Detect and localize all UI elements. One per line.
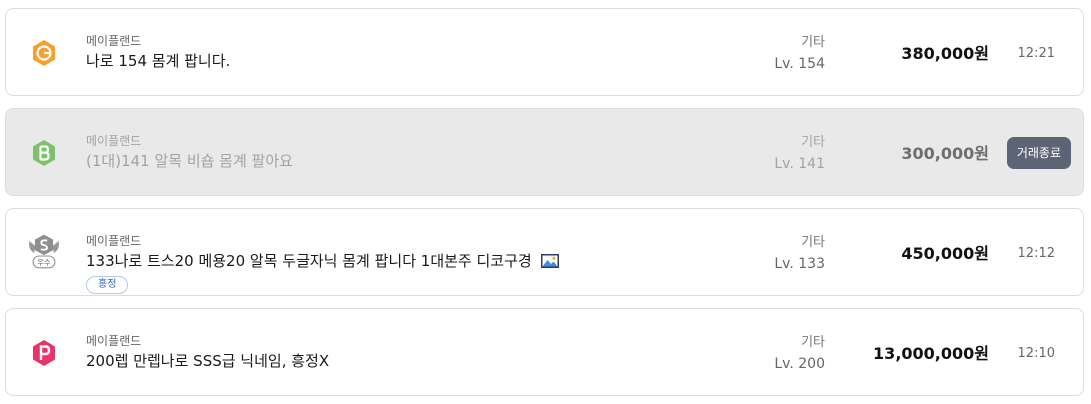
listing-title[interactable]: (1대)141 알목 비숍 몸계 팔아요	[86, 151, 293, 171]
listing-category: 기타	[801, 35, 825, 50]
grade-badge-caption: 우수	[37, 258, 51, 267]
grade-badge-s-icon: 우수	[24, 231, 64, 271]
listing-price: 380,000원	[901, 44, 989, 63]
listing-category: 기타	[801, 135, 825, 150]
grade-badge-p-icon	[24, 333, 64, 373]
server-name: 메이플랜드	[86, 334, 142, 348]
listing-card[interactable]: 우수 메이플랜드 133나로 트스20 메용20 알목 두글자닉 몸계 팝니다 …	[5, 208, 1084, 296]
listing-level: Lv. 141	[774, 156, 825, 172]
listing-card[interactable]: 메이플랜드 나로 154 몸계 팝니다. 기타 Lv. 154 380,000원…	[5, 8, 1084, 96]
server-name: 메이플랜드	[86, 134, 142, 148]
listing-title[interactable]: 133나로 트스20 메용20 알목 두글자닉 몸계 팝니다 1대본주 디코구경	[86, 251, 532, 271]
grade-badge-b-icon	[24, 133, 64, 173]
listing-level: Lv. 133	[774, 256, 825, 272]
listing-category: 기타	[801, 335, 825, 350]
listing-time: 12:21	[1017, 46, 1055, 61]
listing-title[interactable]: 200렙 만렙나로 SSS급 닉네임, 흥정X	[86, 351, 329, 371]
grade-badge-g-icon	[24, 33, 64, 73]
listing-price: 13,000,000원	[873, 344, 989, 363]
listing-price: 300,000원	[901, 144, 989, 163]
listing-time: 12:10	[1017, 346, 1055, 361]
server-name: 메이플랜드	[86, 234, 142, 248]
server-name: 메이플랜드	[86, 34, 142, 48]
image-attachment-icon	[540, 254, 559, 268]
listing-list: 메이플랜드 나로 154 몸계 팝니다. 기타 Lv. 154 380,000원…	[0, 0, 1091, 404]
negotiable-tag: 흥정	[86, 276, 129, 294]
listing-card[interactable]: 메이플랜드 (1대)141 알목 비숍 몸계 팔아요 기타 Lv. 141 30…	[5, 108, 1084, 196]
listing-price: 450,000원	[901, 244, 989, 263]
listing-card[interactable]: 메이플랜드 200렙 만렙나로 SSS급 닉네임, 흥정X 기타 Lv. 200…	[5, 308, 1084, 396]
listing-level: Lv. 200	[774, 356, 825, 372]
listing-title[interactable]: 나로 154 몸계 팝니다.	[86, 51, 230, 71]
listing-category: 기타	[801, 235, 825, 250]
listing-level: Lv. 154	[774, 56, 825, 72]
listing-time: 12:12	[1017, 246, 1055, 261]
trade-closed-button[interactable]: 거래종료	[1006, 137, 1071, 169]
